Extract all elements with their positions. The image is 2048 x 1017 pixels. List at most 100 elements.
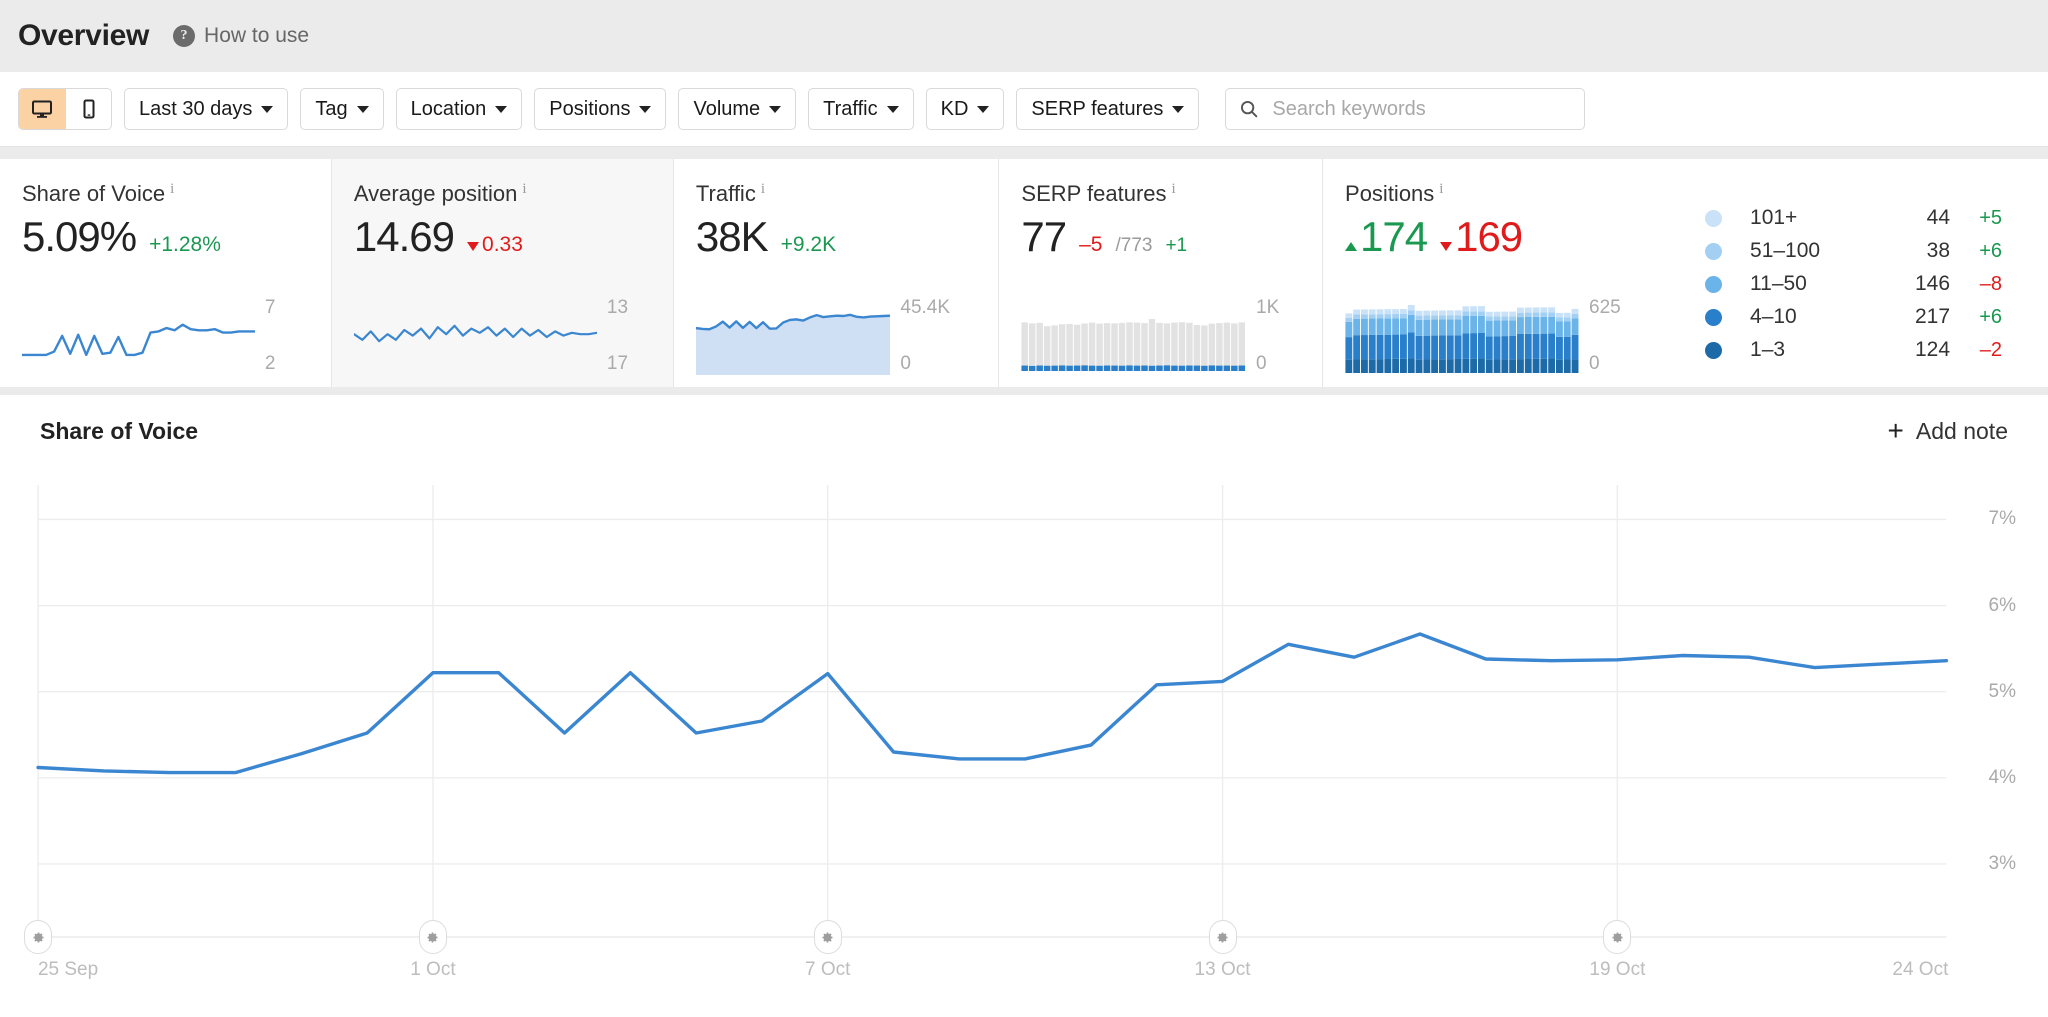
sparkline-axis: 625 0 <box>1579 299 1665 375</box>
card-delta-text: 0.33 <box>482 233 523 256</box>
note-marker-gear[interactable] <box>1603 920 1631 954</box>
filter-label: SERP features <box>1031 98 1163 121</box>
search-input[interactable] <box>1270 97 1572 122</box>
filter-label: Last 30 days <box>139 98 252 121</box>
legend-range-label: 1–3 <box>1750 338 1868 362</box>
axis-bottom-label: 0 <box>1589 353 1600 375</box>
x-axis-label: 25 Sep <box>38 959 98 981</box>
card-label: Positions i <box>1345 181 1665 207</box>
filter-positions[interactable]: Positions <box>534 88 666 130</box>
search-keywords-box[interactable] <box>1225 88 1585 130</box>
positions-legend-row[interactable]: 11–50146–8 <box>1705 272 2002 296</box>
sparkline-axis: 45.4K 0 <box>890 299 976 375</box>
filter-location[interactable]: Location <box>396 88 523 130</box>
page-header: Overview ? How to use <box>0 0 2048 72</box>
device-toggle <box>18 88 112 130</box>
positions-improved: 174 <box>1345 213 1427 261</box>
info-icon[interactable]: i <box>522 182 526 197</box>
info-icon[interactable]: i <box>1439 182 1443 197</box>
share-of-voice-panel: Share of Voice + Add note 7%6%5%4%3%25 S… <box>0 395 2048 1017</box>
card-average-position[interactable]: Average position i 14.69 0.33 13 17 <box>331 159 673 387</box>
info-icon[interactable]: i <box>170 182 174 197</box>
legend-color-dot <box>1705 342 1722 359</box>
filter-last-30-days[interactable]: Last 30 days <box>124 88 288 130</box>
axis-bottom-label: 0 <box>900 353 911 375</box>
legend-range-label: 51–100 <box>1750 239 1868 263</box>
add-note-label: Add note <box>1916 418 2008 445</box>
positions-legend-row[interactable]: 51–10038+6 <box>1705 239 2002 263</box>
card-delta: 0.33 <box>467 233 523 257</box>
plus-icon: + <box>1888 417 1904 445</box>
filter-volume[interactable]: Volume <box>678 88 796 130</box>
axis-bottom-label: 17 <box>607 353 628 375</box>
filter-serp-features[interactable]: SERP features <box>1016 88 1199 130</box>
sparkline-traffic <box>696 299 890 375</box>
filter-tag[interactable]: Tag <box>300 88 383 130</box>
card-delta: +9.2K <box>781 233 836 257</box>
filter-label: KD <box>941 98 969 121</box>
add-note-button[interactable]: + Add note <box>1888 417 2008 445</box>
info-icon[interactable]: i <box>761 182 765 197</box>
legend-delta: +5 <box>1950 207 2002 230</box>
share-of-voice-chart[interactable]: 7%6%5%4%3%25 Sep1 Oct7 Oct13 Oct19 Oct24… <box>26 467 2022 987</box>
axis-bottom-label: 2 <box>265 353 276 375</box>
filter-traffic[interactable]: Traffic <box>808 88 913 130</box>
note-marker-gear[interactable] <box>24 920 52 954</box>
filter-label: Volume <box>693 98 760 121</box>
legend-color-dot <box>1705 210 1722 227</box>
sparkline-share-of-voice <box>22 299 255 375</box>
sparkline-axis: 1K 0 <box>1246 299 1300 375</box>
info-icon[interactable]: i <box>1172 182 1176 197</box>
card-delta: +1.28% <box>149 233 221 257</box>
gear-icon <box>31 930 46 945</box>
question-mark-icon: ? <box>173 25 195 47</box>
y-axis-label: 6% <box>1989 595 2016 617</box>
x-axis-label: 13 Oct <box>1195 959 1251 981</box>
search-icon <box>1238 98 1260 120</box>
card-label: Average position i <box>354 181 651 207</box>
note-marker-gear[interactable] <box>419 920 447 954</box>
positions-legend-row[interactable]: 4–10217+6 <box>1705 305 2002 329</box>
y-axis-label: 3% <box>1989 853 2016 875</box>
card-traffic[interactable]: Traffic i 38K +9.2K 45.4K 0 <box>673 159 998 387</box>
card-label: SERP features i <box>1021 181 1300 207</box>
gear-icon <box>820 930 835 945</box>
chevron-down-icon <box>887 106 899 113</box>
sparkline-serp-features <box>1021 299 1246 375</box>
card-label: Share of Voice i <box>22 181 309 207</box>
legend-count: 146 <box>1868 272 1950 296</box>
note-marker-gear[interactable] <box>814 920 842 954</box>
device-mobile-button[interactable] <box>65 89 111 129</box>
card-value: 5.09% <box>22 213 136 261</box>
sparkline-axis: 7 2 <box>255 299 309 375</box>
how-to-use-link[interactable]: ? How to use <box>173 24 309 48</box>
sparkline-average-position <box>354 299 597 375</box>
legend-color-dot <box>1705 309 1722 326</box>
positions-declined-value: 169 <box>1455 213 1522 260</box>
positions-legend-row[interactable]: 1–3124–2 <box>1705 338 2002 362</box>
legend-color-dot <box>1705 243 1722 260</box>
y-axis-label: 4% <box>1989 767 2016 789</box>
chevron-down-icon <box>357 106 369 113</box>
triangle-down-icon <box>467 242 479 251</box>
x-axis-label: 7 Oct <box>805 959 850 981</box>
card-delta: –5 <box>1079 233 1102 257</box>
filter-label: Traffic <box>823 98 877 121</box>
device-desktop-button[interactable] <box>19 89 65 129</box>
card-share-of-voice[interactable]: Share of Voice i 5.09% +1.28% 7 2 <box>0 159 331 387</box>
gear-icon <box>1610 930 1625 945</box>
filter-kd[interactable]: KD <box>926 88 1005 130</box>
positions-legend-row[interactable]: 101+44+5 <box>1705 206 2002 230</box>
card-label-text: Average position <box>354 181 518 207</box>
axis-top-label: 45.4K <box>900 297 950 319</box>
x-axis-label: 1 Oct <box>410 959 455 981</box>
positions-improved-value: 174 <box>1360 213 1427 260</box>
card-positions[interactable]: Positions i 174 169 625 0 101+4 <box>1322 159 2048 387</box>
card-serp-features[interactable]: SERP features i 77 –5 /773 +1 1K 0 <box>998 159 1322 387</box>
legend-delta: –2 <box>1950 339 2002 362</box>
legend-count: 217 <box>1868 305 1950 329</box>
legend-range-label: 101+ <box>1750 206 1868 230</box>
note-marker-gear[interactable] <box>1209 920 1237 954</box>
legend-count: 44 <box>1868 206 1950 230</box>
panel-title: Share of Voice <box>40 418 198 445</box>
